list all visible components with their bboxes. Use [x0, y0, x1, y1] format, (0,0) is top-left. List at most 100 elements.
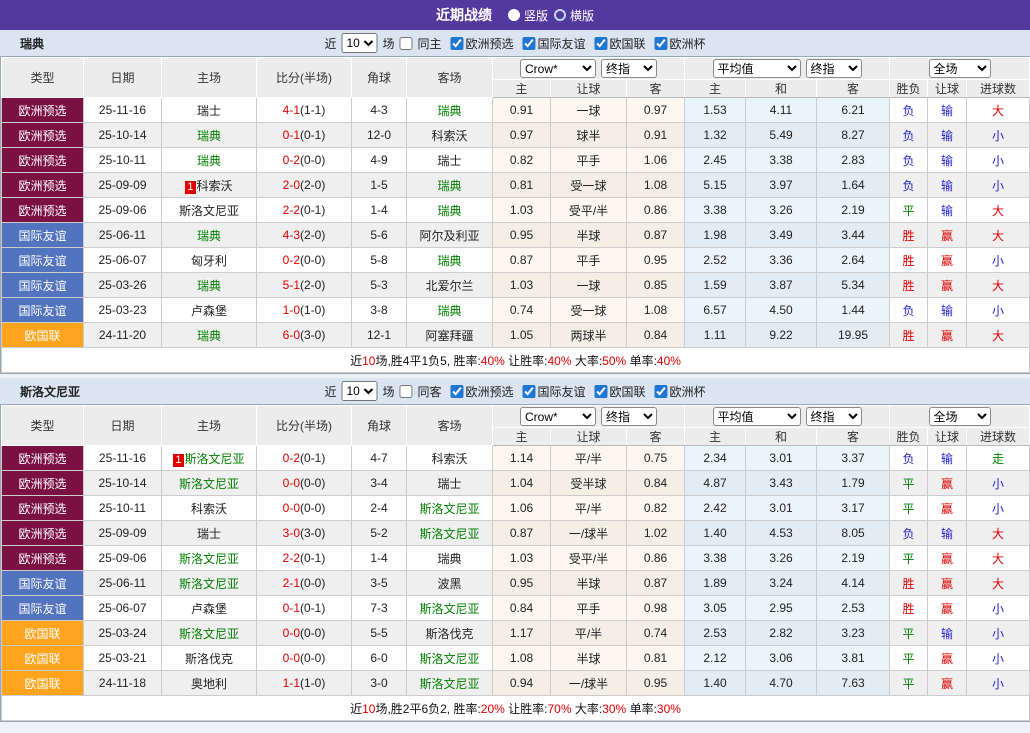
odds-source-select[interactable]: Crow* [520, 59, 596, 78]
match-date: 25-11-16 [84, 446, 162, 471]
goals-outcome: 大 [967, 98, 1030, 123]
same-away-checkbox[interactable] [399, 385, 412, 398]
corners-cell: 1-4 [352, 198, 407, 223]
col-header-hc-line: 让球 [551, 80, 627, 98]
league-filter-friendly[interactable]: 国际友谊 [521, 35, 586, 52]
match-date: 25-09-06 [84, 546, 162, 571]
league-checkbox-friendly[interactable] [523, 385, 536, 398]
handicap-outcome: 赢 [928, 323, 967, 348]
handicap-line: 受一球 [551, 298, 627, 323]
count-suffix-label: 场 [382, 35, 394, 52]
avg-source-select[interactable]: 平均值 [713, 407, 801, 426]
match-date: 25-06-07 [84, 248, 162, 273]
match-count-select[interactable]: 10 [341, 33, 377, 53]
handicap-line: 受平/半 [551, 198, 627, 223]
league-filter-friendly[interactable]: 国际友谊 [521, 383, 586, 400]
avg-draw-odds: 4.11 [746, 98, 817, 123]
goals-outcome: 小 [967, 646, 1030, 671]
goals-outcome: 小 [967, 248, 1030, 273]
league-checkbox-qualifier[interactable] [450, 385, 463, 398]
match-type-badge: 国际友谊 [2, 248, 84, 273]
result-outcome: 胜 [890, 596, 928, 621]
avg-draw-odds: 3.26 [746, 198, 817, 223]
league-filter-euro[interactable]: 欧洲杯 [653, 383, 706, 400]
result-outcome: 胜 [890, 223, 928, 248]
goals-outcome: 小 [967, 496, 1030, 521]
scope-select[interactable]: 全场 [929, 59, 991, 78]
league-filter-nations[interactable]: 欧国联 [593, 35, 646, 52]
goals-outcome: 大 [967, 273, 1030, 298]
avg-draw-odds: 3.87 [746, 273, 817, 298]
league-filter-qualifier[interactable]: 欧洲预选 [448, 383, 513, 400]
result-group-header: 全场 [890, 58, 1030, 80]
horizontal-version-radio[interactable]: 横版 [554, 7, 594, 24]
league-checkbox-nations[interactable] [595, 385, 608, 398]
handicap-line: 平/半 [551, 496, 627, 521]
avg-source-select[interactable]: 平均值 [713, 59, 801, 78]
handicap-home-odds: 1.04 [493, 471, 551, 496]
avg-time-select[interactable]: 终指 [806, 407, 862, 426]
avg-away-odds: 8.05 [817, 521, 890, 546]
match-date: 25-09-09 [84, 173, 162, 198]
match-row: 欧洲预选25-11-16瑞士4-1(1-1)4-3瑞典0.91一球0.971.5… [2, 98, 1030, 123]
col-header-avg-draw: 和 [746, 80, 817, 98]
league-checkbox-qualifier[interactable] [450, 37, 463, 50]
league-checkbox-euro[interactable] [655, 37, 668, 50]
league-filter-euro[interactable]: 欧洲杯 [653, 35, 706, 52]
avg-draw-odds: 3.36 [746, 248, 817, 273]
league-checkbox-euro[interactable] [655, 385, 668, 398]
score-cell: 2-2(0-1) [257, 546, 352, 571]
filter-controls: 近 10 场 同客 欧洲预选 国际友谊 欧国联 欧洲杯 [324, 381, 705, 401]
handicap-line: 一球 [551, 98, 627, 123]
score-cell: 2-0(2-0) [257, 173, 352, 198]
avg-draw-odds: 3.43 [746, 471, 817, 496]
handicap-line: 一球 [551, 273, 627, 298]
col-header-away: 客场 [407, 58, 493, 98]
handicap-away-odds: 0.74 [627, 621, 685, 646]
handicap-outcome: 赢 [928, 596, 967, 621]
col-header-type: 类型 [2, 406, 84, 446]
col-header-hc-away: 客 [627, 428, 685, 446]
match-type-badge: 欧洲预选 [2, 471, 84, 496]
league-filter-nations[interactable]: 欧国联 [593, 383, 646, 400]
odds-time-select[interactable]: 终指 [601, 59, 657, 78]
corners-cell: 5-3 [352, 273, 407, 298]
result-outcome: 胜 [890, 273, 928, 298]
match-row: 欧洲预选25-10-14斯洛文尼亚0-0(0-0)3-4瑞士1.04受半球0.8… [2, 471, 1030, 496]
handicap-outcome: 输 [928, 298, 967, 323]
league-checkbox-nations[interactable] [595, 37, 608, 50]
handicap-outcome: 赢 [928, 496, 967, 521]
same-home-checkbox[interactable] [399, 37, 412, 50]
result-outcome: 负 [890, 123, 928, 148]
vertical-version-radio[interactable]: 竖版 [508, 7, 548, 24]
home-team-cell: 瑞典 [162, 123, 257, 148]
match-row: 欧洲预选25-10-14瑞典0-1(0-1)12-0科索沃0.97球半0.911… [2, 123, 1030, 148]
handicap-line: 受半球 [551, 471, 627, 496]
odds-time-select[interactable]: 终指 [601, 407, 657, 426]
handicap-away-odds: 1.02 [627, 521, 685, 546]
away-team-cell: 科索沃 [407, 446, 493, 471]
goals-outcome: 大 [967, 546, 1030, 571]
col-header-type: 类型 [2, 58, 84, 98]
average-group-header: 平均值 终指 [685, 58, 890, 80]
odds-source-select[interactable]: Crow* [520, 407, 596, 426]
match-count-select[interactable]: 10 [341, 381, 377, 401]
scope-select[interactable]: 全场 [929, 407, 991, 426]
league-filter-qualifier[interactable]: 欧洲预选 [448, 35, 513, 52]
col-header-corners: 角球 [352, 58, 407, 98]
league-checkbox-friendly[interactable] [523, 37, 536, 50]
match-type-badge: 欧洲预选 [2, 446, 84, 471]
goals-outcome: 小 [967, 596, 1030, 621]
avg-time-select[interactable]: 终指 [806, 59, 862, 78]
avg-away-odds: 6.21 [817, 98, 890, 123]
handicap-away-odds: 1.06 [627, 148, 685, 173]
handicap-away-odds: 1.08 [627, 298, 685, 323]
away-team-cell: 瑞典 [407, 198, 493, 223]
home-team-cell: 卢森堡 [162, 596, 257, 621]
result-outcome: 胜 [890, 571, 928, 596]
col-header-avg-home: 主 [685, 80, 746, 98]
corners-cell: 3-8 [352, 298, 407, 323]
avg-home-odds: 1.40 [685, 521, 746, 546]
handicap-home-odds: 1.08 [493, 646, 551, 671]
handicap-away-odds: 0.84 [627, 323, 685, 348]
